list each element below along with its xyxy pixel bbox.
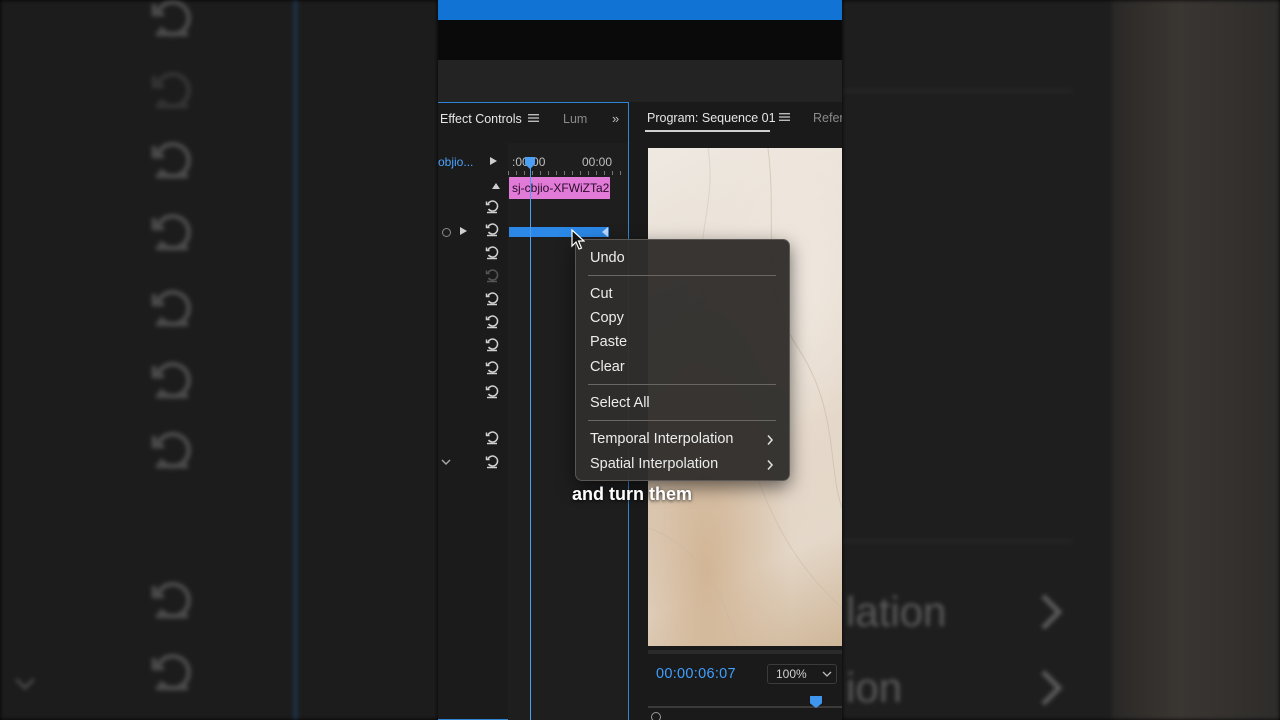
ghost-reset-icon [151, 653, 192, 691]
right-blurred-background: lation ion [842, 0, 1280, 720]
menu-separator [588, 275, 776, 276]
ghost-menu-text: ion [846, 664, 903, 711]
context-menu: Undo Cut Copy Paste Clear Select All Tem… [575, 239, 790, 481]
menu-separator [588, 420, 776, 421]
ghost-reset-icon [151, 71, 192, 109]
timeline-ruler[interactable] [508, 171, 628, 175]
menu-item-paste[interactable]: Paste [590, 334, 627, 350]
selected-keyframes-bar[interactable] [509, 227, 609, 237]
tab-reference-monitor[interactable]: Refer [813, 111, 842, 125]
reset-parameter-icon[interactable] [484, 198, 500, 214]
reset-parameter-icon[interactable] [484, 290, 500, 306]
playhead-timecode[interactable]: 00:00:06:07 [656, 666, 736, 682]
play-icon[interactable] [490, 157, 497, 165]
ghost-reset-icon [151, 431, 192, 469]
timeline-time-end: 00:00 [582, 155, 613, 169]
menu-item-cut[interactable]: Cut [590, 286, 613, 302]
reset-parameter-icon[interactable] [484, 453, 500, 469]
blurred-texture [1112, 0, 1280, 720]
keyframe-toggle-icon[interactable] [442, 228, 451, 237]
reset-parameter-icon[interactable] [484, 221, 500, 237]
ghost-reset-icon [151, 581, 192, 619]
reset-parameter-icon [485, 269, 499, 283]
reset-parameter-icon[interactable] [484, 244, 500, 260]
reset-parameter-icon[interactable] [484, 336, 500, 352]
submenu-chevron-right-icon [767, 434, 774, 446]
title-bar [438, 0, 842, 20]
submenu-chevron-right-icon [767, 459, 774, 471]
source-clip-name[interactable]: objio... [438, 155, 473, 169]
active-tab-underline [645, 130, 770, 132]
blurred-divider [842, 90, 1072, 92]
menu-item-select-all[interactable]: Select All [590, 395, 650, 411]
blurred-divider [842, 540, 1072, 542]
zoom-select[interactable]: 100% [767, 664, 837, 684]
panel-gap [438, 60, 842, 102]
video-caption: and turn them [572, 484, 692, 504]
menu-item-temporal-interpolation[interactable]: Temporal Interpolation [590, 431, 733, 447]
collapse-up-icon[interactable] [492, 183, 500, 189]
blurred-divider [294, 0, 297, 720]
ghost-reset-icon [151, 361, 192, 399]
reset-parameter-icon[interactable] [484, 429, 500, 445]
ghost-chevron-right-icon [1041, 594, 1063, 630]
next-keyframe-icon[interactable] [460, 227, 467, 235]
playhead-line[interactable] [530, 167, 531, 720]
mouse-cursor-icon [571, 229, 585, 250]
zoom-level: 100% [776, 667, 807, 681]
menu-separator [588, 384, 776, 385]
reset-parameter-icon[interactable] [484, 359, 500, 375]
left-blurred-background [0, 0, 438, 720]
clip-bar[interactable]: sj-cbjio-XFWiZTa2 [509, 177, 610, 199]
program-time-ruler[interactable] [648, 706, 842, 708]
reset-parameter-icon[interactable] [484, 313, 500, 329]
effect-controls-tabs: Effect Controls Lum » [438, 103, 628, 135]
ghost-reset-icon [151, 0, 192, 37]
ghost-chevron-down-icon [15, 678, 35, 691]
ghost-chevron-right-icon [1041, 670, 1063, 706]
tab-lumetri[interactable]: Lum [563, 112, 587, 126]
chevron-down-icon [822, 671, 832, 677]
keyframe-marker[interactable] [602, 227, 608, 237]
reset-parameter-icon[interactable] [484, 383, 500, 399]
preview-scrollbar[interactable] [648, 650, 842, 654]
program-in-point-icon[interactable] [651, 712, 661, 720]
ghost-reset-icon [151, 213, 192, 251]
menu-item-clear[interactable]: Clear [590, 359, 625, 375]
chevron-down-icon[interactable] [440, 457, 452, 467]
header-strip [438, 20, 842, 60]
ghost-menu-text: lation [846, 588, 947, 635]
more-tabs-icon[interactable]: » [612, 111, 619, 126]
ghost-reset-icon [151, 289, 192, 327]
ghost-reset-icon [151, 141, 192, 179]
panel-menu-icon[interactable] [528, 113, 539, 123]
menu-item-copy[interactable]: Copy [590, 310, 624, 326]
panel-menu-icon[interactable] [779, 112, 790, 122]
menu-item-undo[interactable]: Undo [590, 250, 625, 266]
menu-item-spatial-interpolation[interactable]: Spatial Interpolation [590, 456, 718, 472]
tab-effect-controls[interactable]: Effect Controls [440, 112, 522, 126]
tab-program-sequence[interactable]: Program: Sequence 01 [647, 111, 776, 125]
